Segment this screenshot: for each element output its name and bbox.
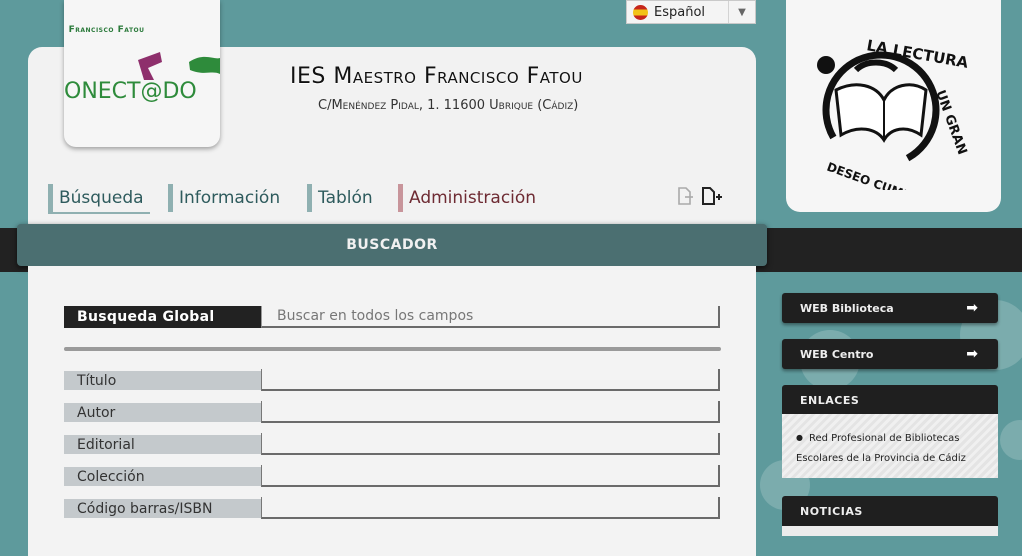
tab-tablon[interactable]: Tablón <box>307 184 373 212</box>
tab-busqueda-label: Búsqueda <box>59 188 144 208</box>
language-select-value: Español <box>654 4 706 20</box>
reading-logo-image: LA LECTURA UN GRAN DESEO CUMPLIDO <box>817 36 970 190</box>
tab-administracion[interactable]: Administración <box>398 184 536 212</box>
field-label-titulo: Título <box>64 371 261 390</box>
tab-administracion-label: Administración <box>409 188 537 208</box>
global-search-input[interactable] <box>261 306 720 328</box>
field-row-isbn: Código barras/ISBN <box>64 497 720 519</box>
titulo-input[interactable] <box>261 369 720 391</box>
tab-marker <box>48 184 53 212</box>
web-centro-label: WEB Centro <box>800 347 874 361</box>
buscador-header: BUSCADOR <box>17 224 767 266</box>
field-row-autor: Autor <box>64 401 720 423</box>
spain-flag-icon <box>633 4 648 20</box>
field-row-coleccion: Colección <box>64 465 720 487</box>
divider <box>64 347 721 351</box>
site-address: C/Menéndez Pidal, 1. 11600 Ubrique (Cádi… <box>318 98 579 113</box>
background-bokeh <box>1000 420 1022 460</box>
enlaces-link[interactable]: Red Profesional de Bibliotecas Escolares… <box>796 433 966 464</box>
library-logo-card: LA LECTURA UN GRAN DESEO CUMPLIDO <box>786 0 1001 212</box>
global-search-label: Busqueda Global <box>64 306 261 328</box>
document-add-icon[interactable] <box>700 186 722 206</box>
field-label-autor: Autor <box>64 403 261 422</box>
bullet-icon: ● <box>796 433 803 442</box>
tab-marker <box>168 184 173 212</box>
school-logo[interactable]: S Francisco Fatou ONECT@DO <box>64 0 220 147</box>
enlaces-list: ● Red Profesional de Bibliotecas Escolare… <box>782 414 998 478</box>
enlaces-header: ENLACES <box>782 385 998 415</box>
noticias-body <box>782 526 998 536</box>
tab-informacion[interactable]: Información <box>168 184 280 212</box>
tab-marker <box>307 184 312 212</box>
web-biblioteca-button[interactable]: WEB Biblioteca ➡ <box>782 293 998 323</box>
field-label-coleccion: Colección <box>64 467 261 486</box>
tab-tablon-label: Tablón <box>318 188 373 208</box>
tab-informacion-label: Información <box>179 188 281 208</box>
conectado-logo-graphic: ONECT@DO <box>64 52 220 104</box>
coleccion-input[interactable] <box>261 465 720 487</box>
isbn-input[interactable] <box>261 497 720 519</box>
noticias-header: NOTICIAS <box>782 496 998 526</box>
arrow-right-icon: ➡ <box>966 346 978 362</box>
logo-school-text: S Francisco Fatou <box>64 25 145 35</box>
field-label-isbn: Código barras/ISBN <box>64 499 261 518</box>
svg-text:DESEO CUMPLIDO: DESEO CUMPLIDO <box>825 160 943 190</box>
global-search-row: Busqueda Global <box>64 306 720 328</box>
field-row-editorial: Editorial <box>64 433 720 455</box>
autor-input[interactable] <box>261 401 720 423</box>
field-label-editorial: Editorial <box>64 435 261 454</box>
arrow-right-icon: ➡ <box>966 300 978 316</box>
document-exit-icon[interactable] <box>676 186 694 206</box>
field-row-titulo: Título <box>64 369 720 391</box>
active-tab-underline <box>48 212 150 214</box>
editorial-input[interactable] <box>261 433 720 455</box>
site-title: IES Maestro Francisco Fatou <box>290 64 583 89</box>
logo-brand-text: ONECT@DO <box>64 79 197 104</box>
web-biblioteca-label: WEB Biblioteca <box>800 301 894 315</box>
tab-marker <box>398 184 403 212</box>
web-centro-button[interactable]: WEB Centro ➡ <box>782 339 998 369</box>
language-select[interactable]: Español ▼ <box>626 0 756 24</box>
tab-busqueda[interactable]: Búsqueda <box>48 184 150 214</box>
chevron-down-icon[interactable]: ▼ <box>728 1 755 23</box>
